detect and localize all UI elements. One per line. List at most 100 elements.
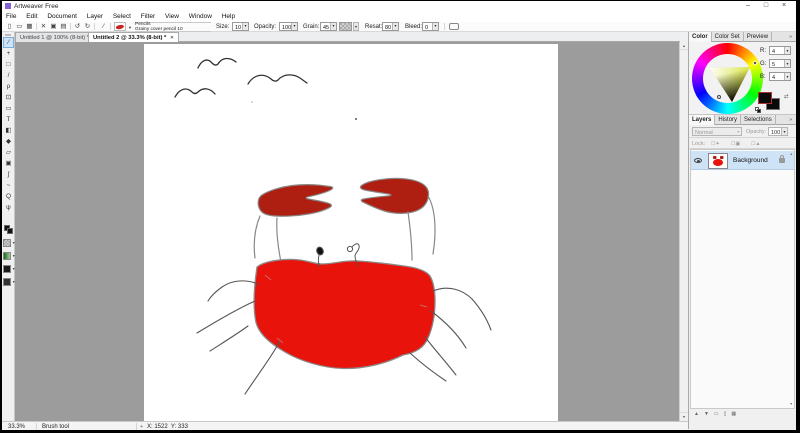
eraser-tool[interactable]: ▱ [3,147,14,158]
layer-row-background[interactable]: Background [691,151,794,170]
gradient-tool[interactable]: ◧ [3,125,14,136]
lock-position-icon[interactable]: ☐▣ [731,141,740,147]
blend-mode-select[interactable]: Normal▼ [692,127,742,136]
layer-visibility-icon[interactable] [693,155,704,166]
sv-marker[interactable] [717,95,721,99]
brush-tool[interactable]: ∕ [3,37,14,48]
color-swatches-mini[interactable] [4,225,14,235]
redo-icon[interactable]: ↻ [83,22,92,31]
smudge-tool[interactable]: ~ [3,180,14,191]
scroll-down-icon[interactable]: ▼ [680,412,688,420]
layer-thumbnail[interactable] [708,153,728,169]
close-button[interactable]: × [776,2,792,9]
menu-document[interactable]: Document [43,12,81,21]
resat-input[interactable]: 80▼ [382,22,399,31]
line-icon[interactable]: ∕ [99,22,108,31]
maximize-button[interactable]: □ [758,2,774,9]
new-document-icon[interactable]: ▯ [5,22,14,31]
paper-texture-swatch[interactable] [339,22,352,31]
tab-color-set[interactable]: Color Set [712,32,744,42]
menu-edit[interactable]: Edit [22,12,41,21]
tab-selections[interactable]: Selections [741,115,776,125]
tab-preview[interactable]: Preview [744,32,772,42]
scroll-up-icon[interactable]: ▲ [680,42,688,50]
eyedropper-tool[interactable]: ʃ [3,169,14,180]
open-icon[interactable]: ▭ [15,22,24,31]
tablet-icon[interactable] [449,23,459,30]
undo-icon[interactable]: ↺ [73,22,82,31]
menu-view[interactable]: View [161,12,183,21]
hand-tool[interactable]: ψ [3,202,14,213]
lock-transparency-icon[interactable]: ☐✦ [711,141,720,147]
layers-menu-icon[interactable]: » [786,115,795,125]
stamp-tool[interactable]: ▣ [3,158,14,169]
gradient-selector[interactable]: ▼ [3,252,15,261]
weave-selector[interactable]: ▼ [3,278,15,287]
tab-untitled-2[interactable]: Untitled 2 @ 33.3% (8-bit) *× [88,32,179,42]
workspace [15,42,679,421]
tab-untitled-1[interactable]: Untitled 1 @ 100% (8-bit) * [15,32,94,42]
zoom-level: 33.3% [8,424,25,430]
menu-file[interactable]: File [2,12,20,21]
new-layer-icon[interactable]: ▯ [724,411,727,417]
lasso-tool[interactable]: ρ [3,81,14,92]
lock-all-icon[interactable]: ☐▲ [751,141,760,147]
text-tool[interactable]: T [3,114,14,125]
save-icon[interactable]: ▦ [25,22,34,31]
grain-input[interactable]: 45▼ [320,22,337,31]
delete-layer-icon[interactable]: ▦ [731,411,736,417]
menu-layer[interactable]: Layer [83,12,107,21]
swap-colors-icon[interactable]: ⇄ [784,94,789,100]
bleed-input[interactable]: 0▼ [422,22,439,31]
color-panel-tabs: ColorColor SetPreview » [689,32,796,42]
opacity-input[interactable]: 100▼ [279,22,298,31]
paste-icon[interactable]: ▤ [59,22,68,31]
copy-icon[interactable]: ▣ [49,22,58,31]
cut-icon[interactable]: ✕ [39,22,48,31]
r-label: R: [760,48,766,54]
brush-preview[interactable] [114,22,126,31]
palette-grip[interactable] [5,34,11,36]
crop-tool[interactable]: ⊡ [3,92,14,103]
menu-help[interactable]: Help [218,12,239,21]
layer-up-icon[interactable]: ▲ [694,411,699,417]
menu-filter[interactable]: Filter [137,12,159,21]
layer-opacity-input[interactable]: 100▼ [768,127,788,136]
b-label: B: [760,74,766,80]
tab-layers[interactable]: Layers [689,115,715,125]
menu-select[interactable]: Select [109,12,135,21]
menu-window[interactable]: Window [185,12,216,21]
minimize-button[interactable]: – [740,2,756,9]
canvas[interactable] [144,44,558,421]
move-tool[interactable]: + [3,48,14,59]
g-label: G: [760,61,766,67]
brush-selector[interactable]: PencilsGrainy cover pencil 10 [135,22,211,32]
hue-marker[interactable] [753,61,757,65]
paper-selector[interactable]: ▼ [3,239,15,248]
fill-tool[interactable]: ◆ [3,136,14,147]
panel-menu-icon[interactable]: » [786,32,795,42]
tab-close-icon[interactable]: × [170,35,173,41]
layer-scroll-up-icon[interactable]: ▲ [790,152,793,156]
marquee-tool[interactable]: □ [3,59,14,70]
shape-tool[interactable]: ▭ [3,103,14,114]
tool-palette: ∕ + □ / ρ ⊡ ▭ T ◧ ◆ ▱ ▣ ʃ ~ Q ψ ▼ ▼ ▼ ▼ [2,32,15,421]
vertical-scrollbar[interactable]: ▲ ▼ [679,42,687,421]
b-input[interactable]: 4▼ [769,72,791,81]
pattern-selector[interactable]: ▼ [3,265,15,274]
brush-dropdown-icon[interactable]: ▼ [128,25,132,30]
tab-color[interactable]: Color [689,32,712,42]
menu-bar: File Edit Document Layer Select Filter V… [2,12,796,22]
layer-scroll-down-icon[interactable]: ▼ [790,402,793,406]
g-input[interactable]: 5▼ [769,59,791,68]
foreground-color-swatch[interactable] [758,92,772,104]
tab-history[interactable]: History [715,115,741,125]
paper-texture-dropdown-icon[interactable]: ▼ [353,22,359,31]
r-input[interactable]: 4▼ [769,46,791,55]
zoom-tool[interactable]: Q [3,191,14,202]
layer-down-icon[interactable]: ▼ [704,411,709,417]
color-triangle[interactable] [692,43,766,116]
layer-group-icon[interactable]: ▭ [714,411,719,417]
size-input[interactable]: 10▼ [232,22,249,31]
pencil-tool[interactable]: / [3,70,14,81]
